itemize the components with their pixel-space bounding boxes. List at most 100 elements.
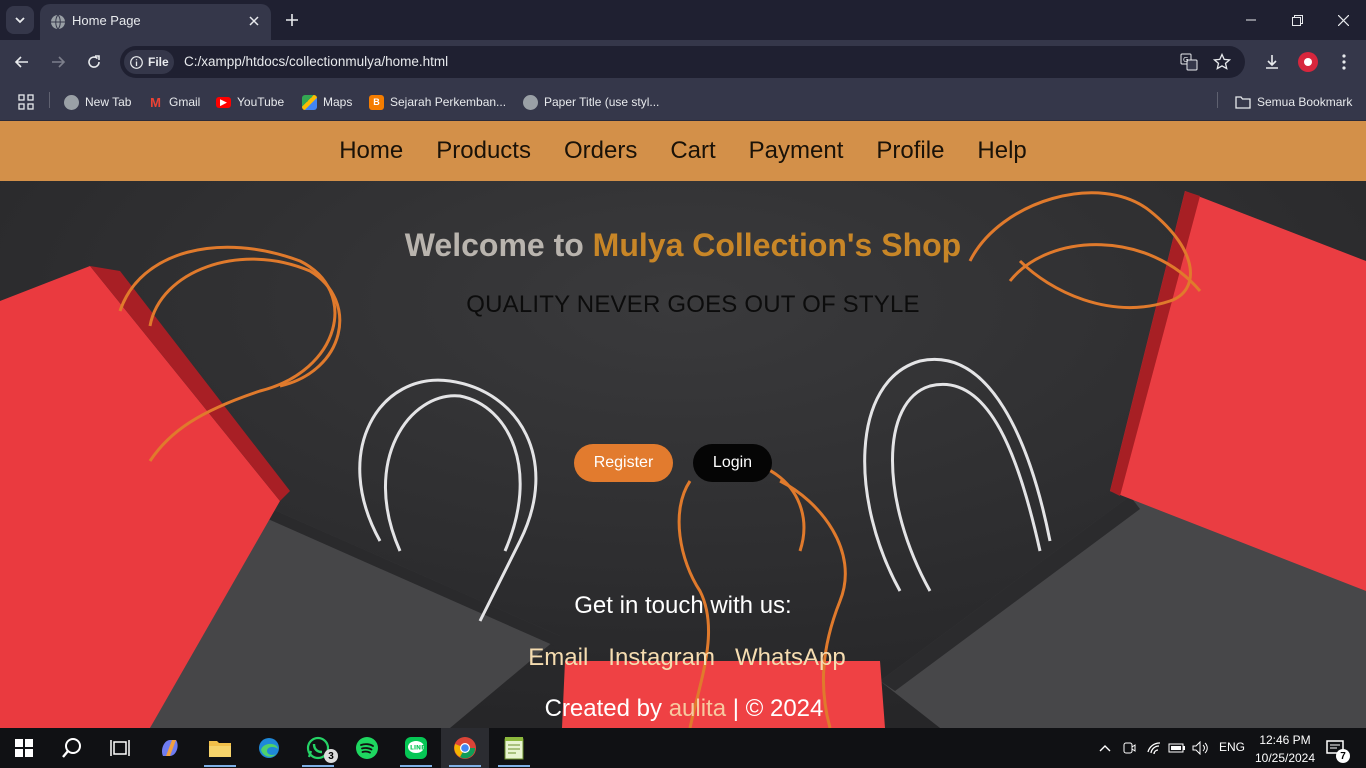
shop-name: Mulya Collection's Shop — [592, 227, 962, 263]
copilot-icon — [161, 740, 178, 756]
tab-strip: Home Page — [0, 0, 1366, 40]
whatsapp-link[interactable]: WhatsApp — [735, 644, 846, 672]
bookmark-label: Gmail — [169, 95, 201, 109]
chevron-down-icon — [15, 17, 25, 24]
apps-grid-icon[interactable] — [18, 92, 34, 112]
minimize-button[interactable] — [1228, 0, 1274, 40]
system-clock[interactable]: 12:46 PM 10/25/2024 — [1250, 731, 1320, 767]
task-view-icon — [110, 740, 130, 756]
register-button[interactable]: Register — [574, 444, 673, 482]
meet-now-icon[interactable] — [1119, 740, 1139, 756]
nav-profile[interactable]: Profile — [876, 137, 944, 165]
credit-author: aulita — [668, 695, 727, 722]
restore-button[interactable] — [1274, 0, 1320, 40]
back-button[interactable] — [8, 48, 36, 76]
line-button[interactable]: LINE — [392, 728, 440, 768]
chrome-button[interactable] — [441, 728, 489, 768]
bookmark-label: Maps — [323, 95, 353, 109]
maps-icon — [302, 94, 317, 110]
globe-icon — [64, 94, 79, 110]
page-viewport: Home Products Orders Cart Payment Profil… — [0, 121, 1366, 728]
bookmark-label: YouTube — [237, 95, 285, 109]
bookmark-label: Paper Title (use styl... — [544, 95, 660, 109]
nav-products[interactable]: Products — [436, 137, 531, 165]
search-button[interactable] — [48, 728, 96, 768]
globe-icon — [523, 94, 538, 110]
login-button[interactable]: Login — [693, 444, 772, 482]
notification-count-badge: 7 — [1336, 749, 1350, 763]
url-text[interactable]: C:/xampp/htdocs/collectionmulya/home.htm… — [184, 54, 448, 69]
folder-icon — [209, 741, 231, 757]
bookmarks-bar: New Tab M Gmail ▶ YouTube Maps B Sejarah Pe… — [0, 84, 1366, 121]
search-icon — [62, 738, 81, 758]
main-navigation: Home Products Orders Cart Payment Profil… — [0, 121, 1366, 181]
browser-toolbar: File C:/xampp/htdocs/collectionmulya/hom… — [0, 40, 1366, 84]
wifi-icon[interactable] — [1144, 740, 1164, 756]
arrow-left-icon — [14, 56, 28, 68]
new-tab-button[interactable] — [282, 10, 302, 30]
copilot-button[interactable] — [146, 728, 194, 768]
task-view-button[interactable] — [96, 728, 144, 768]
bookmark-gmail[interactable]: M Gmail — [148, 92, 200, 112]
bookmark-label: Sejarah Perkemban... — [390, 95, 507, 109]
nav-payment[interactable]: Payment — [749, 137, 844, 165]
tab-home-page[interactable]: Home Page — [40, 4, 271, 40]
bookmark-label: New Tab — [85, 95, 132, 109]
translate-icon[interactable]: G — [1179, 52, 1199, 72]
volume-icon[interactable] — [1191, 740, 1211, 756]
welcome-prefix: Welcome to — [404, 227, 593, 263]
welcome-heading: Welcome to Mulya Collection's Shop — [0, 227, 1366, 264]
svg-text:G: G — [1183, 56, 1188, 64]
reload-icon — [88, 55, 100, 68]
arrow-right-icon — [52, 56, 66, 68]
profile-avatar[interactable] — [1294, 48, 1322, 76]
youtube-icon: ▶ — [216, 96, 231, 108]
reload-button[interactable] — [80, 48, 108, 76]
tab-close-icon[interactable] — [245, 12, 263, 30]
nav-orders[interactable]: Orders — [564, 137, 637, 165]
bookmark-star-icon[interactable] — [1212, 52, 1232, 72]
spotify-icon — [356, 737, 378, 759]
download-icon[interactable] — [1258, 48, 1286, 76]
bookmark-sejarah[interactable]: B Sejarah Perkemban... — [369, 92, 506, 112]
bookmark-youtube[interactable]: ▶ YouTube — [216, 92, 284, 112]
bookmark-separator — [1217, 92, 1218, 108]
site-info-chip[interactable]: File — [124, 50, 174, 74]
bookmark-maps[interactable]: Maps — [302, 92, 352, 112]
tab-search-button[interactable] — [6, 6, 34, 34]
credit-suffix: | © 2024 — [726, 695, 824, 722]
start-button[interactable] — [0, 728, 48, 768]
nav-cart[interactable]: Cart — [670, 137, 715, 165]
edge-button[interactable] — [245, 728, 293, 768]
shopping-bags-background-image — [0, 121, 1366, 728]
windows-logo-icon — [15, 739, 33, 757]
whatsapp-button[interactable]: 3 — [294, 728, 342, 768]
bookmark-label: Semua Bookmark — [1257, 95, 1353, 109]
email-link[interactable]: Email — [528, 644, 588, 672]
contact-heading: Get in touch with us: — [574, 592, 792, 619]
chevron-up-icon[interactable] — [1095, 740, 1115, 756]
menu-kebab-icon[interactable] — [1330, 48, 1358, 76]
language-indicator[interactable]: ENG — [1219, 740, 1245, 754]
clock-date: 10/25/2024 — [1254, 751, 1316, 765]
chip-label: File — [148, 55, 169, 69]
instagram-link[interactable]: Instagram — [608, 644, 715, 672]
restore-icon — [1291, 14, 1303, 26]
bookmark-new-tab[interactable]: New Tab — [64, 92, 131, 112]
bookmark-separator — [49, 92, 50, 108]
tagline: QUALITY NEVER GOES OUT OF STYLE — [466, 291, 920, 318]
gmail-icon: M — [150, 94, 161, 110]
address-bar[interactable]: File C:/xampp/htdocs/collectionmulya/hom… — [120, 46, 1245, 78]
edge-icon — [259, 738, 279, 758]
nav-help[interactable]: Help — [977, 137, 1026, 165]
all-bookmarks-folder[interactable]: Semua Bookmark — [1235, 92, 1352, 112]
footer-credit: Created by aulita | © 2024 — [0, 695, 1366, 723]
spotify-button[interactable] — [343, 728, 391, 768]
nav-home[interactable]: Home — [339, 137, 403, 165]
forward-button[interactable] — [44, 48, 72, 76]
file-explorer-button[interactable] — [196, 728, 244, 768]
notepad-button[interactable] — [490, 728, 538, 768]
battery-icon[interactable] — [1167, 740, 1187, 756]
close-window-button[interactable] — [1320, 0, 1366, 40]
bookmark-paper-title[interactable]: Paper Title (use styl... — [523, 92, 659, 112]
